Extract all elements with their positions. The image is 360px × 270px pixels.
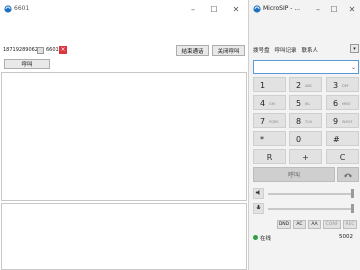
speaker-icon[interactable]: [253, 188, 264, 199]
clear-button[interactable]: C: [326, 149, 359, 164]
chevron-down-icon[interactable]: ⌄: [351, 64, 356, 71]
dialpad-key-5[interactable]: 5 JKL: [289, 95, 322, 110]
account-extension: 5002: [339, 234, 353, 240]
key-digit: 8: [296, 117, 302, 126]
dnd-button[interactable]: DND: [277, 220, 291, 229]
key-digit: 2: [296, 81, 302, 90]
microphone-icon[interactable]: [253, 203, 264, 214]
tab-close-icon[interactable]: ×: [59, 46, 67, 54]
close-icon[interactable]: ✕: [345, 3, 359, 15]
tab-contacts[interactable]: 联系人: [302, 46, 319, 54]
close-icon[interactable]: ✕: [229, 3, 243, 15]
tab-call-history[interactable]: 呼叫记录: [275, 46, 297, 54]
key-digit: #: [333, 135, 340, 144]
auto-answer-button[interactable]: AA: [308, 220, 321, 229]
dialpad-key-hash[interactable]: #: [326, 131, 359, 146]
speaker-volume-row: [253, 188, 359, 199]
dialpad-key-6[interactable]: 6 MNO: [326, 95, 359, 110]
speaker-volume-thumb[interactable]: [351, 189, 354, 198]
microsip-window: MicroSIP - ... – ☐ ✕ 拨号盘 呼叫记录 联系人 ▾ ⌄ 1 …: [248, 0, 360, 270]
key-digit: 4: [260, 99, 266, 108]
dialpad-key-2[interactable]: 2 ABC: [289, 77, 322, 92]
dialpad-key-8[interactable]: 8 TUV: [289, 113, 322, 128]
chat-window-title: 6601: [14, 5, 30, 12]
minimize-icon[interactable]: –: [311, 3, 325, 15]
key-digit: 6: [333, 99, 339, 108]
dialpad-key-9[interactable]: 9 WXYZ: [326, 113, 359, 128]
key-digit: C: [339, 153, 346, 162]
speaker-volume-slider[interactable]: [268, 193, 354, 195]
chat-titlebar: 6601 – ☐ ✕: [0, 0, 247, 18]
dialpad-key-4[interactable]: 4 GHI: [253, 95, 286, 110]
speaker-glyph-icon: [255, 189, 260, 196]
mic-volume-thumb[interactable]: [351, 204, 354, 213]
chat-window: 6601 – ☐ ✕ 18719289062 6601 × 结束通话 关闭呼叫 …: [0, 0, 247, 270]
end-call-button[interactable]: 结束通话: [176, 45, 209, 56]
dial-number-input[interactable]: [257, 63, 345, 72]
call-tab-self-number[interactable]: 6601: [46, 47, 59, 53]
key-letters: TUV: [305, 120, 313, 124]
minimize-icon[interactable]: –: [186, 3, 200, 15]
redial-button[interactable]: [337, 167, 359, 182]
microsip-titlebar: MicroSIP - ... – ☐ ✕: [249, 0, 360, 18]
call-tab-peer-number[interactable]: 18719289062: [3, 47, 38, 53]
key-letters: ABC: [305, 84, 313, 88]
key-digit: R: [266, 153, 273, 162]
key-digit: 0: [296, 135, 302, 144]
record-button[interactable]: REC: [343, 220, 357, 229]
key-letters: DEF: [342, 84, 349, 88]
dial-number-field[interactable]: ⌄: [253, 60, 359, 74]
mic-volume-row: [253, 203, 359, 214]
key-digit: 3: [333, 81, 339, 90]
key-digit: *: [260, 135, 264, 144]
menu-dropdown-button[interactable]: ▾: [350, 44, 359, 53]
message-input[interactable]: [1, 203, 247, 270]
plus-button[interactable]: +: [289, 149, 322, 164]
key-digit: 5: [296, 99, 302, 108]
close-call-button[interactable]: 关闭呼叫: [212, 45, 245, 56]
dialpad-key-7[interactable]: 7 PQRS: [253, 113, 286, 128]
key-letters: PQRS: [269, 120, 279, 124]
microsip-app-icon: [4, 5, 12, 13]
key-letters: WXYZ: [342, 120, 353, 124]
maximize-icon[interactable]: ☐: [327, 3, 341, 15]
dialpad-key-star[interactable]: *: [253, 131, 286, 146]
key-letters: GHI: [269, 102, 276, 106]
call-button[interactable]: 呼叫: [4, 59, 50, 69]
redial-r-button[interactable]: R: [253, 149, 286, 164]
message-log: [1, 72, 247, 201]
conference-button[interactable]: CONF: [323, 220, 341, 229]
tab-status-icon: [37, 47, 44, 54]
key-digit: +: [302, 153, 309, 162]
key-digit: 7: [260, 117, 266, 126]
key-letters: JKL: [305, 102, 311, 106]
dialpad-key-0[interactable]: 0: [289, 131, 322, 146]
online-status-icon: [253, 235, 258, 240]
dialpad-key-3[interactable]: 3 DEF: [326, 77, 359, 92]
key-digit: 9: [333, 117, 339, 126]
key-letters: MNO: [342, 102, 351, 106]
auto-conference-button[interactable]: AC: [293, 220, 306, 229]
tab-dialpad[interactable]: 拨号盘: [253, 46, 270, 54]
microsip-window-title: MicroSIP - ...: [263, 5, 301, 12]
maximize-icon[interactable]: ☐: [207, 3, 221, 15]
mic-volume-slider[interactable]: [268, 208, 354, 210]
microsip-app-icon: [253, 5, 261, 13]
presence-status[interactable]: 在线: [260, 234, 271, 242]
microphone-glyph-icon: [256, 204, 261, 210]
key-digit: 1: [260, 81, 266, 90]
microsip-tabs: 拨号盘 呼叫记录 联系人: [253, 46, 318, 54]
dial-call-button[interactable]: 呼叫: [253, 167, 335, 182]
phone-redial-icon: [344, 173, 352, 177]
dialpad-key-1[interactable]: 1: [253, 77, 286, 92]
